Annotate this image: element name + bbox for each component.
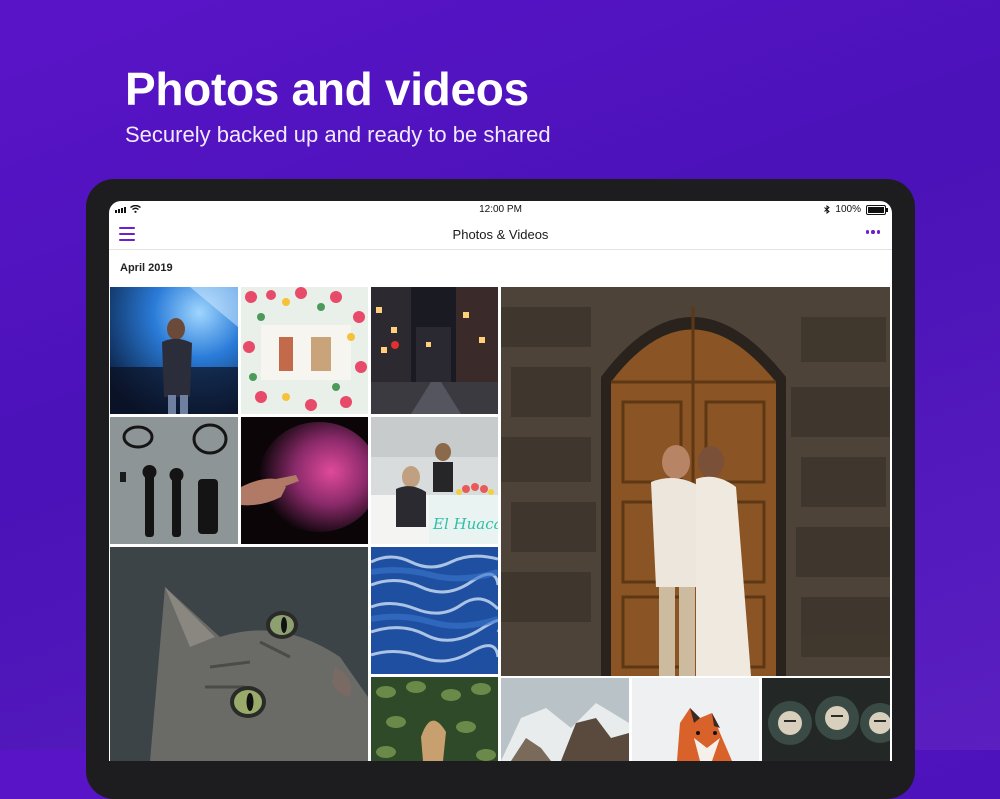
- flowers-flatlay-image: [241, 287, 368, 414]
- photo-pink-powder[interactable]: [241, 417, 368, 544]
- status-time: 12:00 PM: [479, 204, 522, 215]
- photo-cafe-counter[interactable]: El Huaca: [371, 417, 498, 544]
- night-street-image: [371, 287, 498, 414]
- photo-couple-door[interactable]: [501, 287, 890, 676]
- app-screen: 12:00 PM 100% Photos & Videos April 2019: [109, 201, 892, 761]
- promo-headline: Photos and videos: [125, 63, 529, 115]
- photo-ocean-waves[interactable]: [371, 547, 498, 674]
- photo-concert-singer[interactable]: [110, 287, 238, 414]
- cafe-sign-text: El Huaca: [432, 515, 498, 533]
- leaves-image: [371, 677, 498, 761]
- wine-barrels-image: [762, 678, 890, 761]
- photo-flowers-flatlay[interactable]: [241, 287, 368, 414]
- nav-bar: Photos & Videos: [109, 219, 892, 250]
- photo-fox[interactable]: [632, 678, 759, 761]
- photo-night-street[interactable]: [371, 287, 498, 414]
- concert-singer-image: [110, 287, 238, 414]
- photo-cat[interactable]: [110, 547, 368, 761]
- more-options-icon[interactable]: [865, 230, 880, 234]
- promo-subline: Securely backed up and ready to be share…: [125, 122, 551, 147]
- ocean-waves-image: [371, 547, 498, 674]
- bluetooth-icon: [824, 205, 831, 214]
- photo-wine-barrels[interactable]: [762, 678, 890, 761]
- cafe-counter-image: El Huaca: [371, 417, 498, 544]
- photo-microphones[interactable]: [110, 417, 238, 544]
- section-date-label: April 2019: [120, 262, 173, 274]
- status-bar: 12:00 PM 100%: [109, 201, 892, 219]
- status-right: 100%: [824, 204, 888, 215]
- photo-leaves[interactable]: [371, 677, 498, 761]
- cat-image: [110, 547, 368, 761]
- pink-powder-image: [241, 417, 368, 544]
- battery-icon: [866, 204, 888, 215]
- battery-percent: 100%: [835, 204, 861, 215]
- page-title: Photos & Videos: [452, 227, 549, 242]
- snow-rocks-image: [501, 678, 629, 761]
- fox-image: [632, 678, 759, 761]
- photo-snow-rocks[interactable]: [501, 678, 629, 761]
- couple-door-image: [501, 287, 890, 676]
- microphones-image: [110, 417, 238, 544]
